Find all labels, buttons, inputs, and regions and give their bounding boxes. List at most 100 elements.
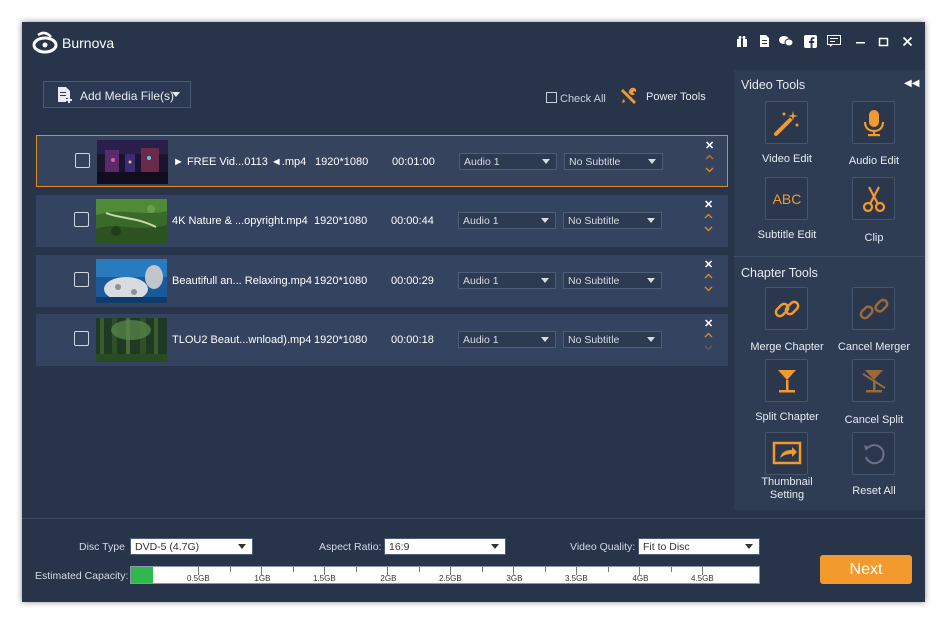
move-up-icon[interactable] xyxy=(704,213,713,219)
remove-icon[interactable]: ✕ xyxy=(704,317,713,330)
move-up-icon[interactable] xyxy=(704,332,713,338)
chevron-down-icon xyxy=(541,218,549,223)
file-resolution: 1920*1080 xyxy=(314,334,368,346)
scissors-icon xyxy=(862,186,886,213)
capacity-tick xyxy=(702,567,703,575)
minimize-icon[interactable] xyxy=(852,35,868,51)
microphone-icon xyxy=(863,110,885,137)
file-row[interactable]: ► FREE Vid...0113 ◄.mp4 1920*1080 00:01:… xyxy=(36,135,728,187)
audio-edit-button[interactable] xyxy=(852,101,895,144)
collapse-panel-icon[interactable]: ◀◀ xyxy=(904,78,919,89)
bottom-separator xyxy=(22,518,925,519)
split-chapter-button[interactable] xyxy=(765,359,808,402)
file-row[interactable]: Beautifull an... Relaxing.mp4 1920*1080 … xyxy=(36,255,728,307)
close-icon[interactable] xyxy=(899,35,915,51)
audio-track-value: Audio 1 xyxy=(463,334,499,346)
capacity-fill xyxy=(131,567,153,583)
subtitle-dropdown[interactable]: No Subtitle xyxy=(563,331,662,348)
facebook-icon[interactable] xyxy=(802,35,818,51)
audio-track-dropdown[interactable]: Audio 1 xyxy=(458,212,556,229)
maximize-icon[interactable] xyxy=(875,35,891,51)
file-resolution: 1920*1080 xyxy=(314,275,368,287)
chevron-down-icon xyxy=(541,337,549,342)
move-up-icon[interactable] xyxy=(704,273,713,279)
capacity-tick-label: 3GB xyxy=(506,574,523,583)
capacity-minor-tick xyxy=(229,567,231,572)
reset-all-button[interactable] xyxy=(852,432,895,475)
file-row[interactable]: TLOU2 Beaut...wnload).mp4 1920*1080 00:0… xyxy=(36,314,728,366)
video-quality-value: Fit to Disc xyxy=(643,541,690,553)
capacity-minor-tick xyxy=(481,567,483,572)
checkbox-box[interactable] xyxy=(546,92,557,103)
row-checkbox[interactable] xyxy=(74,272,89,287)
chat-icon[interactable] xyxy=(778,35,794,51)
subtitle-dropdown[interactable]: No Subtitle xyxy=(563,272,662,289)
estimated-capacity-label: Estimated Capacity: xyxy=(35,570,129,582)
move-down-icon[interactable] xyxy=(704,226,713,232)
capacity-minor-tick xyxy=(544,567,546,572)
capacity-tick xyxy=(513,567,514,575)
chevron-down-icon xyxy=(238,544,246,549)
capacity-tick-label: 4GB xyxy=(632,574,649,583)
audio-track-dropdown[interactable]: Audio 1 xyxy=(458,331,556,348)
file-duration: 00:00:18 xyxy=(391,334,434,346)
feedback-icon[interactable] xyxy=(826,35,842,51)
move-down-icon[interactable] xyxy=(704,286,713,292)
chevron-down-icon xyxy=(541,278,549,283)
power-tools-button[interactable]: Power Tools xyxy=(620,87,706,108)
row-checkbox[interactable] xyxy=(74,212,89,227)
check-all-checkbox[interactable]: Check All xyxy=(546,92,606,105)
subtitle-value: No Subtitle xyxy=(568,215,620,227)
audio-track-dropdown[interactable]: Audio 1 xyxy=(458,272,556,289)
panel-divider xyxy=(734,256,925,257)
aspect-ratio-select[interactable]: 16:9 xyxy=(384,538,506,555)
clip-button[interactable] xyxy=(852,177,895,220)
remove-icon[interactable]: ✕ xyxy=(704,198,713,211)
move-down-icon[interactable] xyxy=(705,167,714,173)
clip-label: Clip xyxy=(864,232,884,244)
cancel-split-button[interactable] xyxy=(852,359,895,402)
chevron-down-icon xyxy=(647,337,655,342)
disc-type-select[interactable]: DVD-5 (4.7G) xyxy=(130,538,253,555)
gift-icon[interactable] xyxy=(734,35,750,51)
disc-type-value: DVD-5 (4.7G) xyxy=(135,541,200,553)
subtitle-dropdown[interactable]: No Subtitle xyxy=(563,212,662,229)
cancel-merger-button[interactable] xyxy=(852,287,895,330)
add-media-button[interactable]: Add Media File(s) xyxy=(43,81,191,108)
move-up-icon[interactable] xyxy=(705,154,714,160)
cancel-split-label: Cancel Split xyxy=(844,414,904,426)
capacity-bar: 0.5GB 1GB 1.5GB 2GB 2.5GB 3GB 3.5GB 4GB 4.5GB xyxy=(130,566,760,584)
remove-icon[interactable]: ✕ xyxy=(704,258,713,271)
chevron-down-icon xyxy=(542,159,550,164)
row-checkbox[interactable] xyxy=(74,331,89,346)
file-name: ► FREE Vid...0113 ◄.mp4 xyxy=(173,156,307,168)
document-icon[interactable] xyxy=(756,35,772,51)
subtitle-dropdown[interactable]: No Subtitle xyxy=(564,153,663,170)
file-row[interactable]: 4K Nature & ...opyright.mp4 1920*1080 00… xyxy=(36,195,728,247)
row-checkbox[interactable] xyxy=(75,153,90,168)
subtitle-edit-button[interactable]: ABC xyxy=(765,177,808,220)
chapter-tools-title: Chapter Tools xyxy=(741,266,818,280)
magic-wand-icon xyxy=(774,111,799,136)
chevron-down-icon[interactable] xyxy=(172,92,180,97)
reset-icon xyxy=(864,444,885,465)
capacity-tick-label: 1.5GB xyxy=(313,574,336,583)
capacity-minor-tick xyxy=(355,567,357,572)
merge-chapter-button[interactable] xyxy=(765,287,808,330)
remove-icon[interactable]: ✕ xyxy=(705,139,714,152)
video-thumbnail xyxy=(96,259,167,303)
video-quality-select[interactable]: Fit to Disc xyxy=(638,538,760,555)
chevron-down-icon xyxy=(745,544,753,549)
video-edit-button[interactable] xyxy=(765,101,808,144)
capacity-tick-label: 3.5GB xyxy=(565,574,588,583)
capacity-tick xyxy=(576,567,577,575)
subtitle-value: No Subtitle xyxy=(568,275,620,287)
video-quality-label: Video Quality: xyxy=(570,541,636,553)
capacity-tick-label: 2GB xyxy=(380,574,397,583)
check-all-label: Check All xyxy=(560,93,606,105)
move-down-icon[interactable] xyxy=(704,345,713,351)
file-name: 4K Nature & ...opyright.mp4 xyxy=(172,215,308,227)
audio-track-dropdown[interactable]: Audio 1 xyxy=(459,153,557,170)
next-button[interactable]: Next xyxy=(820,555,912,584)
thumbnail-setting-button[interactable] xyxy=(765,432,808,475)
